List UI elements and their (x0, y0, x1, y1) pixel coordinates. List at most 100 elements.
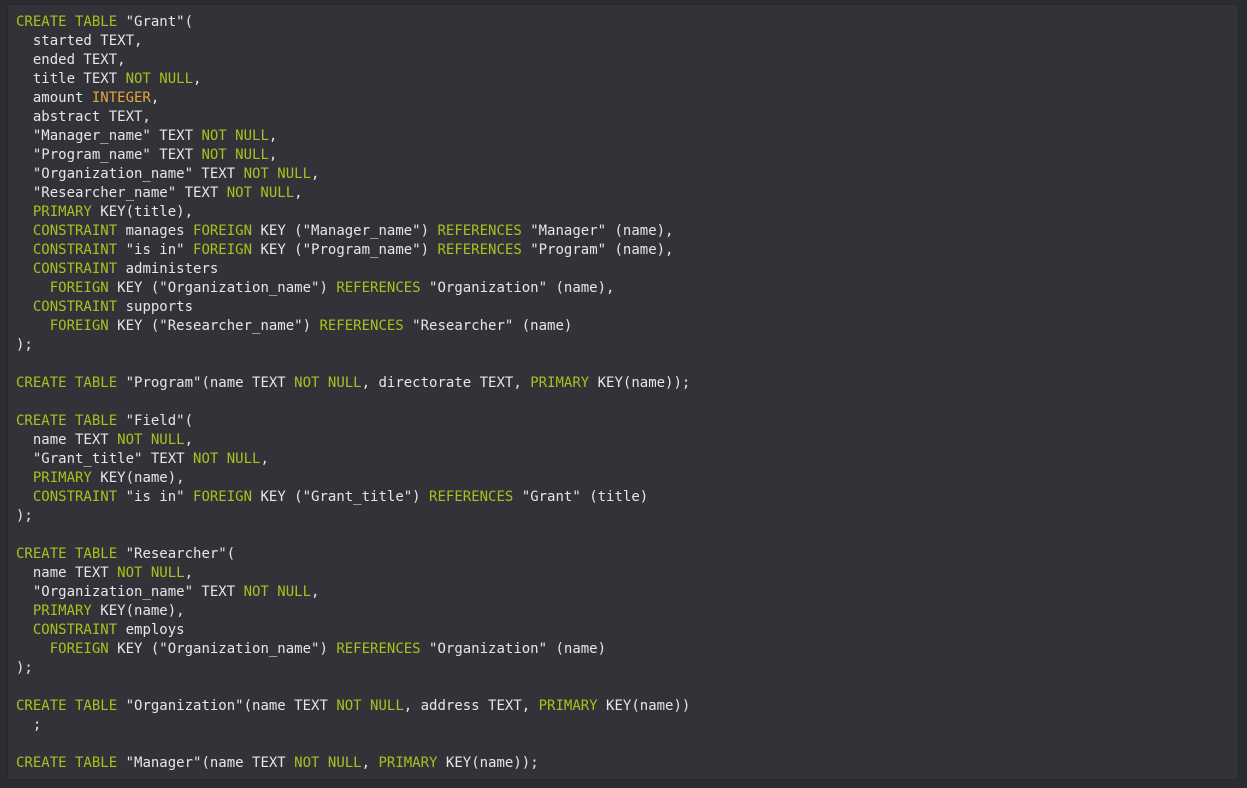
code-text: abstract TEXT, (16, 109, 151, 125)
code-text: KEY ("Researcher_name") (108, 318, 320, 334)
code-text: "Researcher" (name) (403, 318, 573, 334)
code-text: KEY ("Organization_name") (108, 641, 337, 657)
sql-keyword: CONSTRAINT (32, 223, 118, 239)
code-text: "Researcher"( (117, 546, 236, 562)
code-line: CONSTRAINT supports (16, 298, 1238, 317)
code-text: , address TEXT, (403, 698, 539, 714)
code-text: KEY(name)); (437, 755, 539, 771)
code-text: ended TEXT, (16, 52, 126, 68)
sql-keyword: PRIMARY (538, 698, 598, 714)
code-text: "Organization" (name) (420, 641, 607, 657)
code-text: , (361, 755, 379, 771)
sql-keyword: CONSTRAINT (32, 242, 118, 258)
code-text: name TEXT (16, 432, 118, 448)
code-text: KEY ("Organization_name") (108, 280, 337, 296)
code-text: ); (16, 660, 33, 676)
code-text: "Researcher_name" TEXT (16, 185, 227, 201)
code-line: ended TEXT, (16, 51, 1238, 70)
sql-keyword: NOT NULL (125, 71, 194, 87)
sql-keyword: NOT NULL (117, 432, 185, 448)
sql-keyword: NOT NULL (201, 128, 269, 144)
sql-keyword: FOREIGN (49, 318, 109, 334)
code-text: "is in" (117, 489, 194, 505)
sql-keyword: NOT NULL (336, 698, 404, 714)
sql-keyword: CREATE TABLE (16, 546, 118, 562)
code-line: "Researcher_name" TEXT NOT NULL, (16, 184, 1238, 203)
sql-keyword: PRIMARY (378, 755, 438, 771)
code-text: , (193, 71, 202, 87)
sql-keyword: NOT NULL (294, 375, 362, 391)
code-text: , (268, 128, 278, 144)
code-text: "Organization" (name), (420, 280, 615, 296)
code-text: manages (117, 223, 194, 239)
code-line: name TEXT NOT NULL, (16, 564, 1238, 583)
code-line: CREATE TABLE "Grant"( (16, 13, 1238, 32)
code-line: CONSTRAINT manages FOREIGN KEY ("Manager… (16, 222, 1238, 241)
code-text: "Manager"(name TEXT (117, 755, 295, 771)
sql-keyword: NOT NULL (193, 451, 261, 467)
sql-keyword: CREATE TABLE (16, 375, 118, 391)
code-text: "Program" (name), (521, 242, 674, 258)
code-line: amount INTEGER, (16, 89, 1238, 108)
sql-keyword: NOT NULL (226, 185, 295, 201)
sql-keyword: PRIMARY (32, 204, 92, 220)
code-text: , directorate TEXT, (361, 375, 531, 391)
code-text: "Grant_title" TEXT (16, 451, 194, 467)
code-block-panel: CREATE TABLE "Grant"( started TEXT, ende… (7, 4, 1239, 780)
code-line: CONSTRAINT employs (16, 621, 1238, 640)
code-text: "Grant" (title) (513, 489, 649, 505)
sql-type: INTEGER (91, 90, 151, 106)
code-text: KEY(name)); (589, 375, 691, 391)
code-line: ; (16, 716, 1238, 735)
code-text: KEY ("Grant_title") (252, 489, 430, 505)
code-line: CONSTRAINT "is in" FOREIGN KEY ("Program… (16, 241, 1238, 260)
code-line: PRIMARY KEY(name), (16, 602, 1238, 621)
sql-keyword: REFERENCES (437, 223, 522, 239)
sql-keyword: CONSTRAINT (32, 261, 118, 277)
sql-keyword: CONSTRAINT (32, 299, 118, 315)
sql-keyword: REFERENCES (437, 242, 522, 258)
code-line: abstract TEXT, (16, 108, 1238, 127)
code-text: "Organization_name" TEXT (16, 166, 244, 182)
code-text: administers (117, 261, 219, 277)
code-line: PRIMARY KEY(title), (16, 203, 1238, 222)
code-text: started TEXT, (16, 33, 143, 49)
code-text: KEY(name), (91, 603, 185, 619)
code-text: , (184, 432, 194, 448)
code-text: name TEXT (16, 565, 118, 581)
code-line: CONSTRAINT administers (16, 260, 1238, 279)
sql-keyword: CREATE TABLE (16, 698, 118, 714)
code-text: amount (16, 90, 92, 106)
sql-keyword: CONSTRAINT (32, 489, 118, 505)
code-line: "Organization_name" TEXT NOT NULL, (16, 583, 1238, 602)
code-text: "Field"( (117, 413, 194, 429)
code-line: CREATE TABLE "Program"(name TEXT NOT NUL… (16, 374, 1238, 393)
code-line: CREATE TABLE "Manager"(name TEXT NOT NUL… (16, 754, 1238, 773)
code-text: , (184, 565, 194, 581)
code-text: KEY(name)) (597, 698, 691, 714)
code-line: started TEXT, (16, 32, 1238, 51)
code-text: KEY ("Manager_name") (252, 223, 438, 239)
sql-keyword: NOT NULL (117, 565, 185, 581)
sql-code[interactable]: CREATE TABLE "Grant"( started TEXT, ende… (8, 5, 1238, 773)
sql-keyword: CONSTRAINT (32, 622, 118, 638)
sql-keyword: PRIMARY (530, 375, 590, 391)
code-text: "Grant"( (117, 14, 194, 30)
code-text: , (260, 451, 269, 467)
code-text: "Manager" (name), (521, 223, 674, 239)
code-line: title TEXT NOT NULL, (16, 70, 1238, 89)
code-text: , (150, 90, 160, 106)
sql-keyword: CREATE TABLE (16, 14, 118, 30)
sql-keyword: FOREIGN (49, 641, 109, 657)
sql-keyword: NOT NULL (243, 166, 312, 182)
code-text: KEY ("Program_name") (252, 242, 438, 258)
code-text: "Organization_name" TEXT (16, 584, 244, 600)
